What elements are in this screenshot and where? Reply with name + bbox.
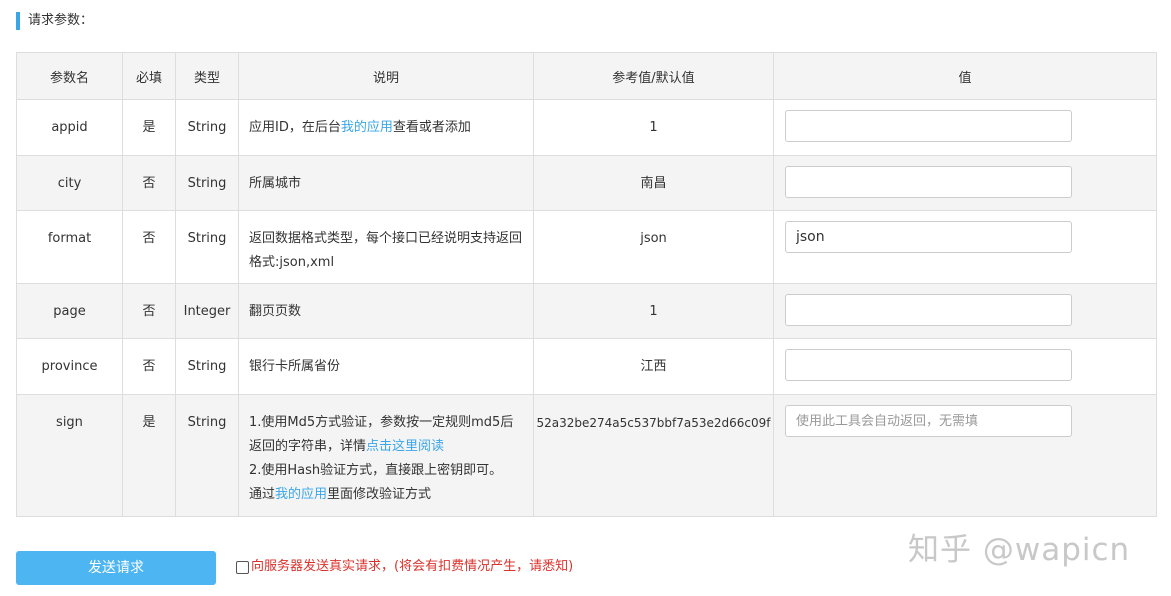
param-value-cell — [773, 99, 1157, 156]
real-request-checkbox[interactable] — [236, 560, 249, 574]
param-reference: 1 — [533, 99, 774, 156]
my-apps-link[interactable]: 我的应用 — [341, 120, 393, 135]
param-value-cell — [773, 338, 1157, 395]
header-required: 必填 — [122, 52, 176, 100]
param-reference: 52a32be274a5c537bbf7a53e2d66c09f — [533, 394, 774, 517]
param-description: 1.使用Md5方式验证，参数按一定规则md5后返回的字符串，详情点击这里阅读 2.… — [238, 394, 534, 517]
table-row: city 否 String 所属城市 南昌 — [16, 155, 1157, 211]
real-request-label: 向服务器发送真实请求，(将会有扣费情况产生，请悉知) — [251, 559, 574, 574]
table-row: format 否 String 返回数据格式类型，每个接口已经说明支持返回格式:… — [16, 210, 1157, 284]
watermark: 知乎 @wapicn — [908, 532, 1131, 568]
param-required: 是 — [122, 394, 176, 517]
header-param-name: 参数名 — [16, 52, 123, 100]
table-row: appid 是 String 应用ID，在后台我的应用查看或者添加 1 — [16, 99, 1157, 156]
param-reference: 江西 — [533, 338, 774, 395]
param-description: 翻页页数 — [238, 283, 534, 339]
param-description: 银行卡所属省份 — [238, 338, 534, 395]
format-input[interactable] — [785, 221, 1072, 253]
desc-text: 应用ID，在后台 — [249, 120, 341, 135]
param-type: String — [175, 155, 239, 211]
city-input[interactable] — [785, 166, 1072, 198]
header-type: 类型 — [175, 52, 239, 100]
param-required: 否 — [122, 338, 176, 395]
param-reference: 南昌 — [533, 155, 774, 211]
province-input[interactable] — [785, 349, 1072, 381]
param-description: 所属城市 — [238, 155, 534, 211]
param-reference: json — [533, 210, 774, 284]
param-name: province — [16, 338, 123, 395]
page-input[interactable] — [785, 294, 1072, 326]
header-description: 说明 — [238, 52, 534, 100]
param-type: String — [175, 210, 239, 284]
param-value-cell — [773, 210, 1157, 284]
table-row: page 否 Integer 翻页页数 1 — [16, 283, 1157, 339]
param-type: String — [175, 99, 239, 156]
param-value-cell — [773, 155, 1157, 211]
desc-text: 查看或者添加 — [392, 120, 471, 135]
param-required: 是 — [122, 99, 176, 156]
param-name: page — [16, 283, 123, 339]
param-value-cell — [773, 394, 1157, 517]
param-type: String — [175, 394, 239, 517]
param-value-cell — [773, 283, 1157, 339]
sign-input[interactable] — [785, 405, 1072, 437]
header-reference: 参考值/默认值 — [533, 52, 774, 100]
send-request-button[interactable]: 发送请求 — [16, 551, 216, 585]
param-required: 否 — [122, 283, 176, 339]
desc-text: 2.使用Hash验证方式，直接跟上密钥即可。 — [249, 463, 503, 478]
table-header-row: 参数名 必填 类型 说明 参考值/默认值 值 — [16, 52, 1157, 100]
desc-text: 通过 — [249, 487, 276, 502]
param-name: city — [16, 155, 123, 211]
param-description: 返回数据格式类型，每个接口已经说明支持返回格式:json,xml — [238, 210, 534, 284]
table-row: sign 是 String 1.使用Md5方式验证，参数按一定规则md5后返回的… — [16, 394, 1157, 517]
desc-text: 里面修改验证方式 — [327, 487, 432, 502]
param-required: 否 — [122, 210, 176, 284]
header-value: 值 — [773, 52, 1157, 100]
table-row: province 否 String 银行卡所属省份 江西 — [16, 338, 1157, 395]
param-name: appid — [16, 99, 123, 156]
my-apps-link[interactable]: 我的应用 — [275, 487, 327, 502]
param-type: Integer — [175, 283, 239, 339]
param-description: 应用ID，在后台我的应用查看或者添加 — [238, 99, 534, 156]
param-type: String — [175, 338, 239, 395]
param-reference: 1 — [533, 283, 774, 339]
params-table: 参数名 必填 类型 说明 参考值/默认值 值 appid 是 String 应用… — [16, 52, 1157, 517]
section-title: 请求参数： — [16, 12, 93, 30]
appid-input[interactable] — [785, 110, 1072, 142]
read-more-link[interactable]: 点击这里阅读 — [366, 439, 444, 454]
param-name: format — [16, 210, 123, 284]
param-required: 否 — [122, 155, 176, 211]
real-request-option[interactable]: 向服务器发送真实请求，(将会有扣费情况产生，请悉知) — [236, 558, 573, 576]
param-name: sign — [16, 394, 123, 517]
